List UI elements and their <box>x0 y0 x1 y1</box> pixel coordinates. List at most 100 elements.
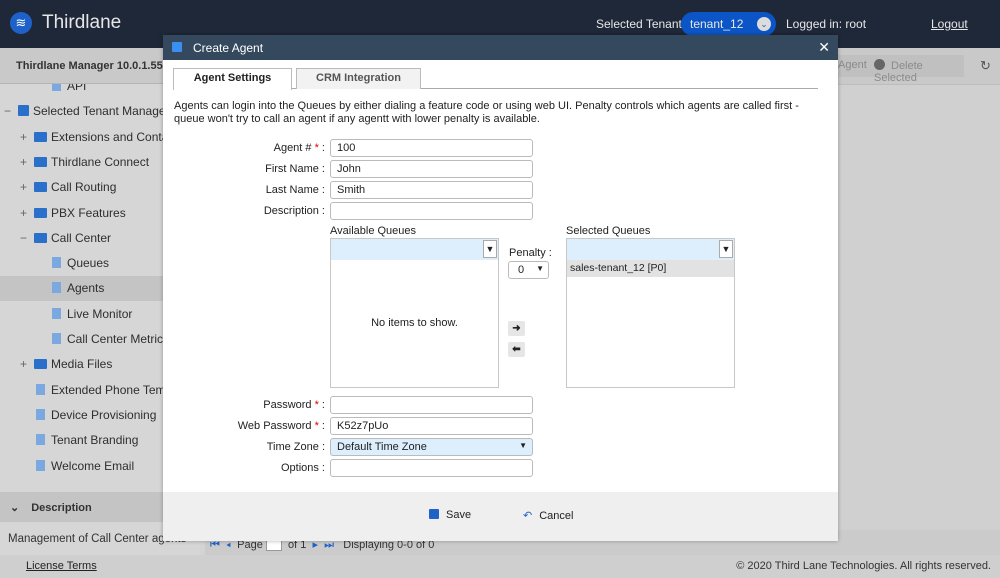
folder-icon <box>34 131 47 142</box>
last-name-label: Last Name : <box>265 184 325 196</box>
sidebar-item-extensions-and-contacts[interactable]: + Extensions and Contacts <box>0 125 163 150</box>
sidebar-tree: API − Selected Tenant Manager + Extensions a… <box>0 84 163 492</box>
selected-queue-item[interactable]: sales-tenant_12 [P0] <box>567 260 734 277</box>
chevron-down-icon: ⌄ <box>757 17 771 31</box>
folder-icon <box>34 156 47 167</box>
brand-name: Thirdlane <box>42 12 122 33</box>
collapse-icon[interactable]: − <box>4 99 18 124</box>
save-check-icon <box>429 509 439 519</box>
last-name-input[interactable]: Smith <box>330 181 533 199</box>
description-title: Description <box>31 502 92 514</box>
sidebar-item-call-routing[interactable]: + Call Routing <box>0 175 163 200</box>
sidebar-item-label: Selected Tenant Manager <box>33 104 163 119</box>
license-terms-link[interactable]: License Terms <box>26 560 97 572</box>
sidebar-item-agents[interactable]: Agents <box>0 276 163 302</box>
filter-icon[interactable]: ▼ <box>719 240 733 258</box>
logged-in-user: Logged in: root <box>786 17 867 31</box>
penalty-label: Penalty : <box>509 247 552 259</box>
tenant-value: tenant_12 <box>690 17 744 31</box>
available-queues-list[interactable]: ▼ No items to show. <box>330 238 499 388</box>
tenant-label: Selected Tenant : <box>596 17 689 31</box>
sidebar-item-selected-tenant-manager[interactable]: − Selected Tenant Manager <box>0 99 163 124</box>
options-input[interactable] <box>330 459 533 477</box>
caret-down-icon: ▼ <box>519 441 527 450</box>
expand-icon[interactable]: + <box>20 150 34 175</box>
save-button[interactable]: Save <box>429 509 471 521</box>
sidebar-item-label: Call Center <box>51 230 112 245</box>
copyright: © 2020 Third Lane Technologies. All righ… <box>736 560 991 572</box>
selected-queues-list[interactable]: ▼ sales-tenant_12 [P0] <box>566 238 735 388</box>
toolbar: Agent Delete Selected ↻ <box>832 48 1000 84</box>
sidebar-item-welcome-email[interactable]: Welcome Email <box>0 454 163 479</box>
tab-agent-settings[interactable]: Agent Settings <box>173 68 292 90</box>
cancel-label: Cancel <box>539 510 574 522</box>
sidebar-item-label: Call Center Metrics <box>67 332 163 346</box>
sidebar-item-call-center-metrics[interactable]: Call Center Metrics <box>0 327 163 352</box>
sidebar-item-label: Extended Phone Templates <box>51 382 163 397</box>
time-zone-value: Default Time Zone <box>337 441 427 453</box>
description-header[interactable]: ⌄ Description <box>0 492 163 522</box>
expand-icon[interactable]: + <box>20 352 34 377</box>
sidebar-item-queues[interactable]: Queues <box>0 251 163 276</box>
remove-queue-arrow-icon[interactable]: ⬅ <box>508 342 525 357</box>
sidebar-item-live-monitor[interactable]: Live Monitor <box>0 302 163 327</box>
save-label: Save <box>446 509 472 521</box>
document-icon <box>52 307 61 319</box>
collapse-icon[interactable]: − <box>20 226 34 251</box>
sidebar-item-label: Extensions and Contacts <box>51 129 163 144</box>
sidebar-item-api[interactable]: API <box>0 84 163 99</box>
selected-queues-title: Selected Queues <box>566 225 651 237</box>
sidebar-item-label: Call Routing <box>51 180 117 195</box>
available-queues-title: Available Queues <box>330 225 417 237</box>
sidebar-item-call-center[interactable]: − Call Center <box>0 226 163 251</box>
document-icon <box>52 282 61 294</box>
expand-icon[interactable]: + <box>20 175 34 200</box>
document-icon <box>36 459 45 471</box>
tab-crm-integration[interactable]: CRM Integration <box>296 68 421 89</box>
selected-filter-row[interactable]: ▼ <box>567 239 734 260</box>
sidebar-item-label: Queues <box>67 256 110 271</box>
sidebar-item-label: Agents <box>67 281 105 296</box>
description-input[interactable] <box>330 202 533 220</box>
sidebar-item-thirdlane-connect[interactable]: + Thirdlane Connect <box>0 150 163 175</box>
filter-icon[interactable]: ▼ <box>483 240 497 258</box>
sidebar-item-label: Media Files <box>51 357 113 372</box>
penalty-value: 0 <box>518 264 525 276</box>
sidebar-item-device-provisioning[interactable]: Device Provisioning <box>0 403 163 428</box>
first-name-input[interactable]: John <box>330 160 533 178</box>
close-icon[interactable]: ✕ <box>818 39 830 56</box>
sidebar-item-pbx-features[interactable]: + PBX Features <box>0 201 163 226</box>
first-name-label: First Name : <box>265 163 325 175</box>
sidebar-item-label: Thirdlane Connect <box>51 154 150 169</box>
sidebar-item-tenant-branding[interactable]: Tenant Branding <box>0 428 163 453</box>
logout-link[interactable]: Logout <box>931 17 968 31</box>
expand-icon[interactable]: + <box>20 125 34 150</box>
add-queue-arrow-icon[interactable]: ➜ <box>508 321 525 336</box>
empty-message: No items to show. <box>371 317 458 329</box>
time-zone-label: Time Zone : <box>266 441 325 453</box>
sidebar-item-extended-phone-templates[interactable]: Extended Phone Templates <box>0 378 163 403</box>
delete-selected-button[interactable]: Delete Selected <box>868 55 964 84</box>
web-password-input[interactable]: K52z7pUo <box>330 417 533 435</box>
available-filter-row[interactable]: ▼ <box>331 239 498 260</box>
password-input[interactable] <box>330 396 533 414</box>
expand-icon[interactable]: + <box>20 201 34 226</box>
document-icon <box>52 84 61 91</box>
cancel-button[interactable]: ↶ Cancel <box>523 509 573 522</box>
footer: License Terms © 2020 Third Lane Technolo… <box>0 555 1000 578</box>
sidebar-item-label: API <box>67 84 87 93</box>
time-zone-select[interactable]: Default Time Zone ▼ <box>330 438 533 456</box>
tenant-select[interactable]: tenant_12 ⌄ <box>681 12 776 36</box>
penalty-select[interactable]: 0 ▼ <box>508 261 549 279</box>
password-label: Password * : <box>263 399 325 411</box>
dialog-header: Create Agent ✕ <box>163 35 838 60</box>
agent-number-input[interactable]: 100 <box>330 139 533 157</box>
document-icon <box>36 408 45 420</box>
folder-icon <box>34 359 47 370</box>
sidebar-item-label: Welcome Email <box>51 458 135 473</box>
refresh-icon[interactable]: ↻ <box>980 58 991 74</box>
folder-icon <box>34 232 47 243</box>
sidebar-item-media-files[interactable]: + Media Files <box>0 352 163 377</box>
tab-bar: Agent Settings CRM Integration <box>173 68 818 90</box>
version-label: Thirdlane Manager 10.0.1.55 <box>0 48 163 84</box>
